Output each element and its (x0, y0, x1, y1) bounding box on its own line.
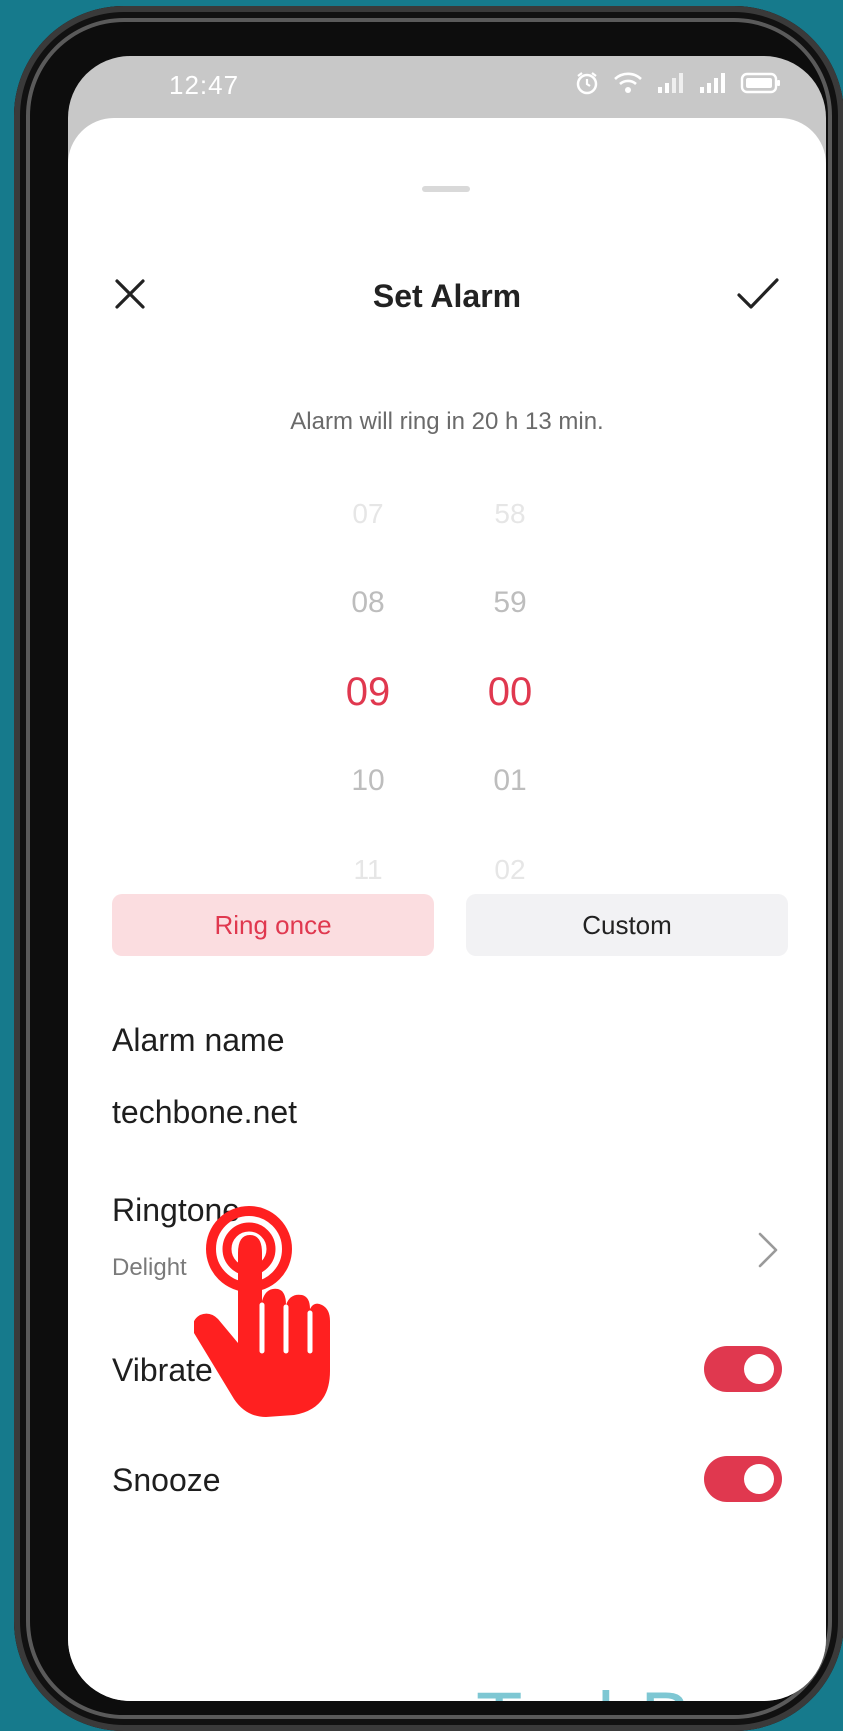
signal-icon (656, 71, 686, 102)
signal-icon (698, 71, 728, 102)
tap-gesture-icon (194, 1206, 330, 1417)
drag-handle[interactable] (422, 186, 470, 192)
ring-once-button[interactable]: Ring once (112, 894, 434, 956)
hour-option[interactable]: 07 (308, 498, 428, 530)
vibrate-toggle[interactable] (704, 1346, 782, 1392)
check-icon (737, 278, 779, 309)
alarm-icon (574, 70, 600, 103)
toggle-knob (744, 1354, 774, 1384)
snooze-label: Snooze (112, 1462, 221, 1498)
chevron-right-icon (758, 1232, 778, 1268)
status-time: 12:47 (169, 70, 240, 100)
hour-option[interactable]: 10 (308, 764, 428, 798)
hour-option[interactable]: 11 (308, 854, 428, 886)
sheet-header: Set Alarm (68, 258, 826, 338)
minute-option[interactable]: 01 (450, 764, 570, 798)
snooze-toggle[interactable] (704, 1456, 782, 1502)
battery-icon (740, 71, 782, 102)
minute-option[interactable]: 58 (450, 498, 570, 530)
minute-option[interactable]: 59 (450, 586, 570, 620)
phone-frame: 12:47 Set Alarm Alarm will ring in 20 h … (14, 6, 843, 1731)
page-title: Set Alarm (372, 278, 522, 314)
wifi-icon (612, 70, 644, 103)
confirm-button[interactable] (730, 268, 786, 320)
screen: 12:47 Set Alarm Alarm will ring in 20 h … (68, 56, 826, 1701)
time-picker[interactable]: 07 08 09 10 11 58 59 00 01 02 (68, 458, 826, 928)
custom-repeat-button[interactable]: Custom (466, 894, 788, 956)
toggle-knob (744, 1464, 774, 1494)
alarm-name-label: Alarm name (112, 1022, 285, 1058)
selected-hour[interactable]: 09 (308, 670, 428, 715)
ringtone-value: Delight (112, 1254, 187, 1281)
status-icons (574, 70, 782, 103)
watermark: TechBone (476, 1676, 822, 1701)
minute-option[interactable]: 02 (450, 854, 570, 886)
hour-option[interactable]: 08 (308, 586, 428, 620)
countdown-text: Alarm will ring in 20 h 13 min. (290, 408, 604, 435)
selected-minute[interactable]: 00 (450, 670, 570, 715)
alarm-name-field[interactable]: techbone.net (112, 1094, 297, 1131)
